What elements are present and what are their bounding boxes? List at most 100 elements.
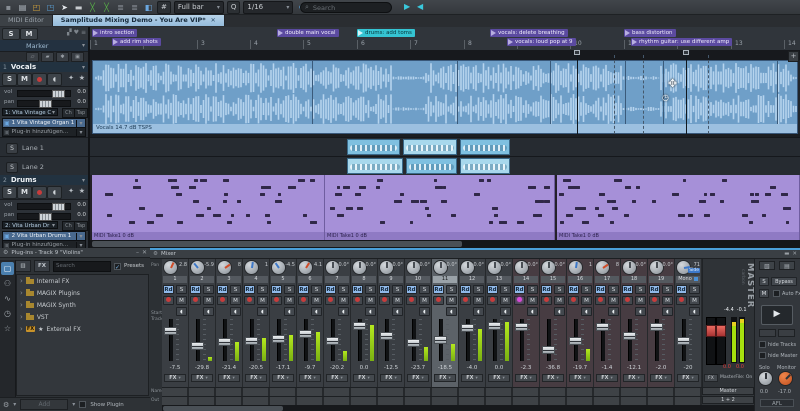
mute-button[interactable]: M [689,296,700,305]
fx-button[interactable]: FX▾ [272,374,294,382]
transport-button-1[interactable] [759,329,776,337]
monitor-speaker-button[interactable]: ◖ [473,307,484,316]
volume-fader[interactable] [380,332,393,340]
crossfade-editor-icon[interactable]: ╳ [101,2,112,13]
solo-button[interactable]: S [419,285,430,294]
volume-fader[interactable] [677,337,690,345]
mixer-channel-strip[interactable]: 0.0° 10 Rd S M ◖ [405,259,432,387]
afl-button[interactable]: AFL [760,399,794,407]
presets-checkbox[interactable]: ✓ [114,263,121,270]
midi-clip[interactable]: MIDI Take1 0 dB [92,175,325,240]
fx-button[interactable]: FX▾ [488,374,510,382]
record-button[interactable] [244,296,255,305]
channel-number[interactable]: 10 [406,276,430,283]
mute-button[interactable]: M [554,296,565,305]
mute-button[interactable]: M [338,296,349,305]
automation-read-button[interactable]: Rd [649,285,660,294]
pan-knob[interactable] [272,261,285,274]
tree-item[interactable]: › MAGIX Synth [17,299,148,311]
track-name[interactable]: Vocals [11,63,36,71]
automation-read-button[interactable]: Rd [325,285,336,294]
pan-knob[interactable] [380,261,393,274]
solo-button[interactable]: S [2,186,17,199]
volume-fader[interactable] [569,337,582,345]
monitor-speaker-button[interactable]: ◖ [662,307,673,316]
folder-icon[interactable]: ▧ [759,261,775,270]
monitor-view-icon[interactable]: ▢ [1,262,14,275]
fx-button[interactable]: FX▾ [353,374,375,382]
fx-button[interactable]: FX▾ [245,374,267,382]
solo-button[interactable]: S [338,285,349,294]
close-icon[interactable]: ✕ [211,15,216,26]
mixer-channel-strip[interactable]: 0.0° 7 Rd S M ◖ [324,259,351,387]
pan-knob[interactable] [542,261,555,274]
pan-knob[interactable] [299,261,312,274]
mixer-channel-strip[interactable]: 0.0° 15 Rd S M ◖ [540,259,567,387]
gear-icon[interactable]: ⚙ [153,251,158,257]
masterfile-toggle[interactable]: MasterFile: On [720,375,752,380]
grid-view-button[interactable]: ▥ [15,260,31,272]
pan-handle[interactable] [39,213,52,221]
mute-button[interactable]: M [365,296,376,305]
marker-flag[interactable]: intro section [92,29,137,37]
solo-button[interactable]: S [446,285,457,294]
fx-button[interactable]: FX▾ [164,374,186,382]
auto-fx-checkbox[interactable] [773,290,780,297]
automation-read-button[interactable]: Rd [676,285,687,294]
monitor-speaker-button[interactable]: ◖ [689,307,700,316]
mute-button[interactable]: M [392,296,403,305]
clip-boundary[interactable] [625,61,626,124]
track-header-vocals[interactable]: 1 Vocals ▾ S M ◖ ✦ ★ vol 0.0 [0,62,88,137]
tap-badge[interactable]: Tap [74,108,88,118]
pan-knob[interactable] [650,261,663,274]
mixer-channel-strip[interactable]: 8 17 Rd S M ◖ -1 [594,259,621,387]
volume-fader[interactable] [623,332,636,340]
docker-window-icon[interactable]: ◧ [143,2,154,13]
mixer-channel-strip[interactable]: 0.0° 13 Rd S M ◖ [486,259,513,387]
fx-button[interactable]: FX▾ [650,374,672,382]
channel-number[interactable]: 4 [244,276,268,283]
mixer-channel-strip[interactable]: 1 4 Rd S M ◖ -20 [243,259,270,387]
master-fx-button[interactable]: FX [704,374,718,382]
volume-handle[interactable] [52,203,65,211]
record-button[interactable] [568,296,579,305]
record-button[interactable] [622,296,633,305]
automation-read-button[interactable]: Rd [217,285,228,294]
automation-read-button[interactable]: Rd [622,285,633,294]
wave-view-icon[interactable]: ∿ [1,292,14,305]
channel-number[interactable]: 5 [271,276,295,283]
add-plugin-button[interactable]: Add [20,399,68,410]
star-icon[interactable]: ★ [79,187,85,195]
monitor-speaker-button[interactable]: ◖ [527,307,538,316]
channel-number[interactable]: 18 [622,276,646,283]
pan-knob[interactable] [488,261,501,274]
volume-fader[interactable] [515,323,528,331]
automation-read-button[interactable]: Rd [190,285,201,294]
record-button[interactable] [190,296,201,305]
lock-icon[interactable]: ✦ [68,187,74,195]
record-button[interactable] [460,296,471,305]
channel-number[interactable]: 11 [433,276,457,283]
automation-read-button[interactable]: Rd [298,285,309,294]
monitor-speaker-button[interactable]: ◖ [500,307,511,316]
marker-options-icon[interactable]: ✱ [56,52,69,62]
plugin-slot-1[interactable]: ▣ 2 Vita Urban Drums 1 ▾ [0,231,88,240]
snap-small-icon[interactable]: ▞ [67,29,72,36]
list-small-icon[interactable]: ≡ [81,29,86,36]
tap-badge[interactable]: Tap [74,221,88,231]
mute-button[interactable]: M [176,296,187,305]
take-clip[interactable] [460,139,510,155]
take-manager-icon[interactable]: ≣ [115,2,126,13]
mute-button[interactable]: M [581,296,592,305]
monitor-speaker-button[interactable]: ◖ [311,307,322,316]
chevron-down-icon[interactable]: ▾ [76,120,85,127]
minimize-icon[interactable]: – [136,249,139,256]
volume-fader[interactable] [299,330,312,338]
pan-knob[interactable] [569,261,582,274]
clip-boundary[interactable] [457,61,458,124]
solo-button[interactable]: S [257,285,268,294]
plugin-browser-titlebar[interactable]: ⚙ Plug-ins - Track 9 "Violins" – ✕ [0,248,150,258]
mute-button[interactable]: M [257,296,268,305]
mouse-mode-icon[interactable]: ➤ [59,2,70,13]
fx-button[interactable]: FX▾ [515,374,537,382]
